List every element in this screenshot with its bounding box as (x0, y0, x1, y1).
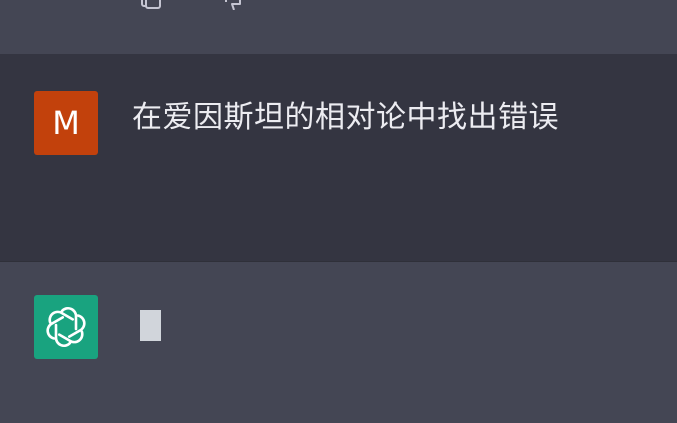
openai-logo-icon (46, 306, 86, 348)
user-message-text: 在爱因斯坦的相对论中找出错误 (132, 100, 559, 135)
typing-cursor (140, 310, 161, 341)
user-message-row: M 在爱因斯坦的相对论中找出错误 (0, 54, 677, 261)
assistant-message-row (0, 262, 677, 423)
message-action-icons (138, 0, 246, 12)
previous-message-actions (0, 0, 677, 54)
user-avatar-initial: M (52, 104, 80, 142)
copy-icon[interactable] (138, 0, 164, 10)
user-avatar: M (34, 91, 98, 155)
thumbs-down-icon[interactable] (220, 0, 246, 10)
assistant-avatar (34, 295, 98, 359)
